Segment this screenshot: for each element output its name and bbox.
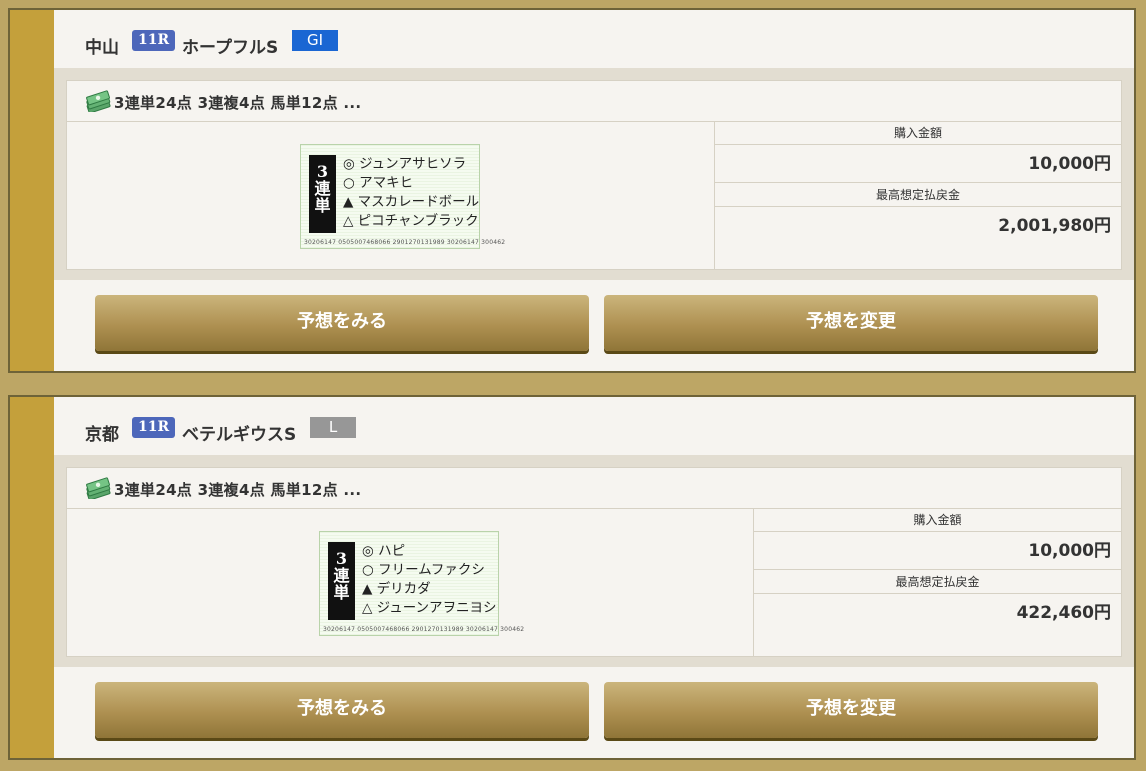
card-accent-strip	[10, 10, 54, 371]
grade-badge: L	[310, 417, 356, 438]
betting-ticket: 3連単 ◎ ハピ ○ フリームファクシ ▲ デリカダ △ ジューンアヲニヨシ 3…	[319, 531, 524, 636]
ticket-horse: △ ピコチャンブラック	[343, 213, 479, 229]
purchase-amount-value: 10,000円	[715, 145, 1121, 183]
venue-name: 京都	[85, 425, 119, 445]
ticket-code: 30206147 0505007468066 2901270131989 302…	[304, 239, 506, 246]
purchase-amount-label: 購入金額	[715, 122, 1121, 145]
max-payout-label: 最高想定払戻金	[754, 571, 1121, 594]
bet-summary: 3連単24点 3連複4点 馬単12点 ...	[67, 81, 1121, 122]
betting-ticket: 3連単 ◎ ジュンアサヒソラ ○ アマキヒ ▲ マスカレードボール △ ピコチャ…	[300, 144, 505, 249]
ticket-horse: △ ジューンアヲニヨシ	[362, 600, 497, 616]
ticket-horse: ◎ ジュンアサヒソラ	[343, 156, 467, 172]
change-prediction-button[interactable]: 予想を変更	[604, 295, 1098, 351]
race-header: 中山 11R ホープフルS GI	[54, 10, 1134, 68]
ticket-area: 3連単 ◎ ジュンアサヒソラ ○ アマキヒ ▲ マスカレードボール △ ピコチャ…	[67, 122, 715, 269]
ticket-code: 30206147 0505007468066 2901270131989 302…	[323, 626, 525, 633]
ticket-type-label: 3連単	[328, 542, 355, 620]
ticket-horse: ▲ デリカダ	[362, 581, 431, 597]
race-number-badge: 11R	[132, 30, 176, 51]
purchase-amount-value: 10,000円	[754, 532, 1121, 570]
money-icon	[86, 90, 111, 112]
change-prediction-button[interactable]: 予想を変更	[604, 682, 1098, 738]
ticket-area: 3連単 ◎ ハピ ○ フリームファクシ ▲ デリカダ △ ジューンアヲニヨシ 3…	[67, 509, 754, 656]
money-icon	[86, 477, 111, 499]
view-prediction-button[interactable]: 予想をみる	[95, 682, 589, 738]
race-header: 京都 11R ベテルギウスS L	[54, 397, 1134, 455]
venue-name: 中山	[85, 38, 119, 58]
prediction-panel: 3連単24点 3連複4点 馬単12点 ... 3連単 ◎ ハピ ○ フリームファ…	[66, 467, 1122, 657]
race-number-badge: 11R	[132, 417, 176, 438]
max-payout-label: 最高想定払戻金	[715, 184, 1121, 207]
race-name: ベテルギウスS	[182, 425, 297, 445]
bet-summary: 3連単24点 3連複4点 馬単12点 ...	[67, 468, 1121, 509]
max-payout-value: 2,001,980円	[998, 216, 1111, 236]
race-name: ホープフルS	[182, 38, 279, 58]
bet-summary-text: 3連単24点 3連複4点 馬単12点 ...	[114, 94, 362, 112]
purchase-amount-label: 購入金額	[754, 509, 1121, 532]
grade-badge: GI	[292, 30, 338, 51]
ticket-horse: ○ アマキヒ	[343, 175, 414, 191]
card-accent-strip	[10, 397, 54, 758]
ticket-horse: ▲ マスカレードボール	[343, 194, 480, 210]
payout-area: 購入金額 10,000円 最高想定払戻金 2,001,980円	[715, 122, 1121, 269]
race-card: 中山 11R ホープフルS GI 3連単24点 3連複4点 馬単12点 ... …	[8, 8, 1136, 373]
bet-summary-text: 3連単24点 3連複4点 馬単12点 ...	[114, 481, 362, 499]
race-card: 京都 11R ベテルギウスS L 3連単24点 3連複4点 馬単12点 ... …	[8, 395, 1136, 760]
max-payout-value: 422,460円	[1016, 603, 1111, 623]
view-prediction-button[interactable]: 予想をみる	[95, 295, 589, 351]
ticket-type-label: 3連単	[309, 155, 336, 233]
ticket-horse: ◎ ハピ	[362, 543, 406, 559]
payout-area: 購入金額 10,000円 最高想定払戻金 422,460円	[754, 509, 1121, 656]
ticket-horse: ○ フリームファクシ	[362, 562, 485, 578]
prediction-panel: 3連単24点 3連複4点 馬単12点 ... 3連単 ◎ ジュンアサヒソラ ○ …	[66, 80, 1122, 270]
